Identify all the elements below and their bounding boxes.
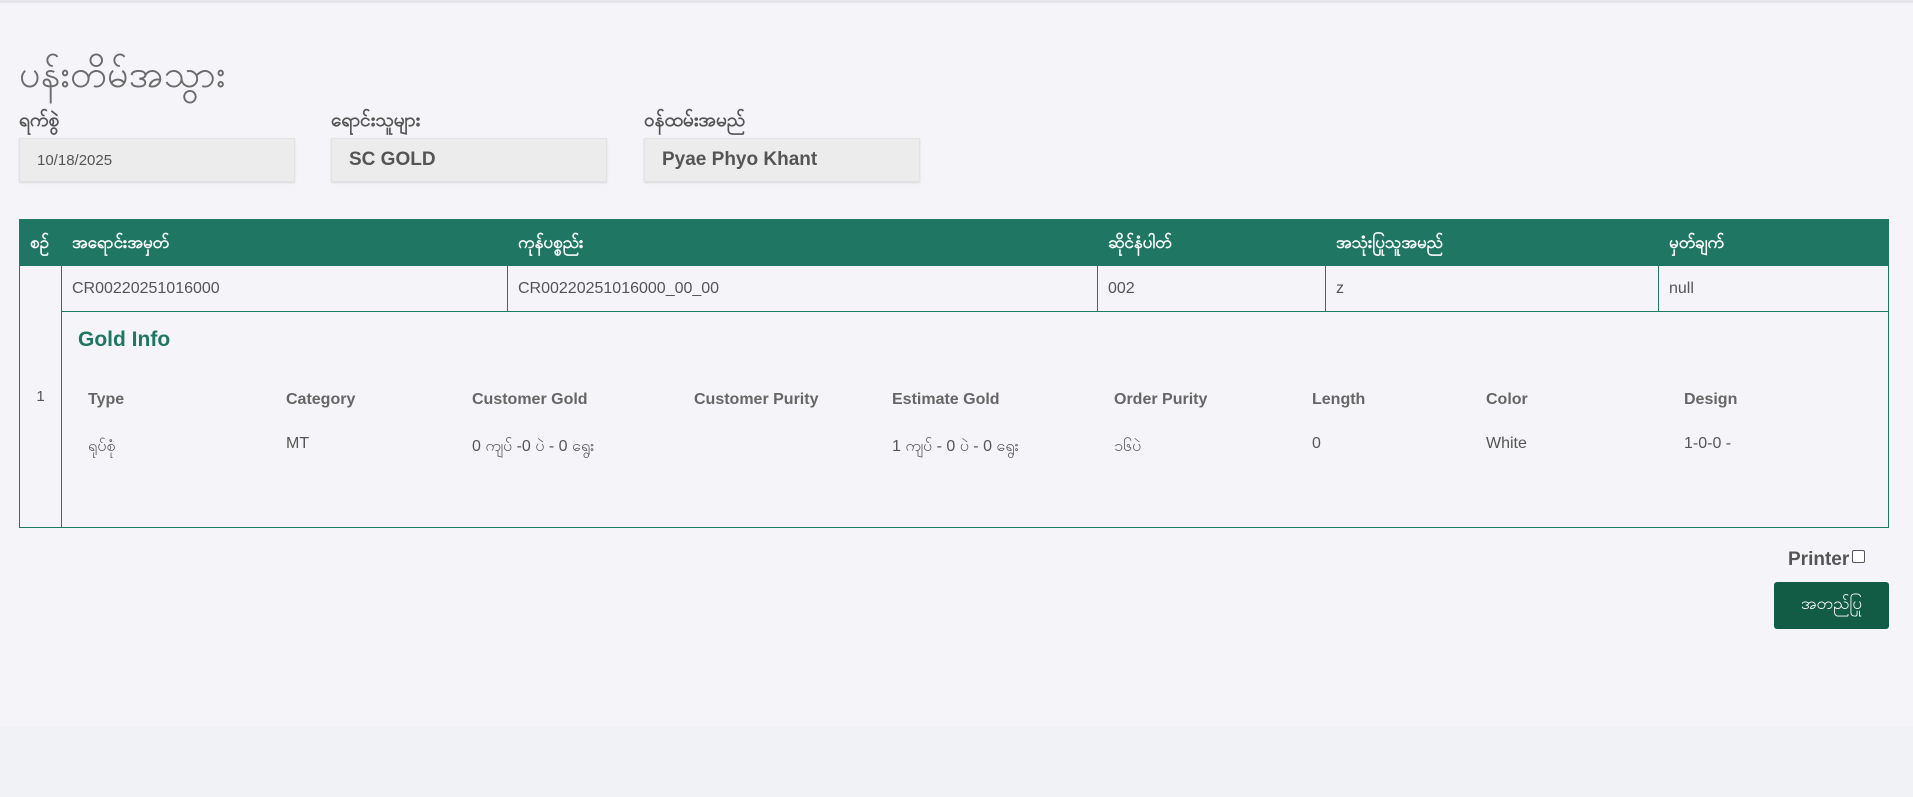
table-header: စဉ် အရောင်းအမှတ် ကုန်ပစ္စည်း ဆိုင်နံပါတ်… xyxy=(20,220,1888,266)
seller-field: ရောင်းသူများ SC GOLD xyxy=(331,106,607,182)
sales-table: စဉ် အရောင်းအမှတ် ကုန်ပစ္စည်း ဆိုင်နံပါတ်… xyxy=(19,219,1889,528)
gold-value-design: 1-0-0 - xyxy=(1684,435,1732,452)
table-row: 1 CR00220251016000 CR00220251016000_00_0… xyxy=(20,266,1888,527)
gold-header-color: Color xyxy=(1486,391,1528,408)
gold-value-estimate-gold: 1 ကျပ် - 0 ပဲ - 0 ရွေး xyxy=(892,438,1019,455)
gold-value-color: White xyxy=(1486,435,1527,452)
cell-shop-no: 002 xyxy=(1098,266,1326,311)
printer-checkbox[interactable] xyxy=(1852,549,1866,563)
printer-option: Printer xyxy=(1788,549,1866,571)
page-title: ပန်းတိမ်အသွား xyxy=(19,52,226,96)
cell-remark: null xyxy=(1669,280,1694,297)
top-border xyxy=(0,0,1913,3)
cell-product: CR00220251016000_00_00 xyxy=(508,266,1098,311)
staff-input[interactable]: Pyae Phyo Khant xyxy=(644,138,920,182)
confirm-button[interactable]: အတည်ပြု xyxy=(1774,582,1889,629)
row-main-values: CR00220251016000 CR00220251016000_00_00 … xyxy=(62,266,1888,312)
footer-band xyxy=(0,727,1913,797)
cell-sale-no: CR00220251016000 xyxy=(62,266,508,311)
gold-header-order-purity: Order Purity xyxy=(1114,391,1208,408)
gold-value-type: ရုပ်စုံ xyxy=(88,438,116,455)
header-shop-no: ဆိုင်နံပါတ် xyxy=(1108,233,1172,253)
gold-value-order-purity: ၁၆ပဲ xyxy=(1114,438,1142,455)
gold-value-customer-gold: 0 ကျပ် -0 ပဲ - 0 ရွေး xyxy=(472,438,595,455)
date-label: ရက်စွဲ xyxy=(19,109,60,131)
date-input[interactable]: 10/18/2025 xyxy=(19,138,295,182)
header-user-name: အသုံးပြုသူအမည် xyxy=(1336,233,1444,253)
gold-info-title: Gold Info xyxy=(78,328,171,351)
header-sale-no: အရောင်းအမှတ် xyxy=(72,233,170,253)
gold-header-customer-purity: Customer Purity xyxy=(694,391,819,408)
row-content: CR00220251016000 CR00220251016000_00_00 … xyxy=(62,266,1888,527)
seller-label: ရောင်းသူများ xyxy=(331,109,421,131)
cell-user-name: z xyxy=(1326,266,1659,311)
gold-header-customer-gold: Customer Gold xyxy=(472,391,588,408)
gold-value-category: MT xyxy=(286,435,310,452)
header-index: စဉ် xyxy=(30,233,49,253)
gold-header-design: Design xyxy=(1684,391,1738,408)
gold-header-category: Category xyxy=(286,391,356,408)
printer-label: Printer xyxy=(1788,549,1850,570)
header-remark: မှတ်ချက် xyxy=(1669,233,1725,253)
header-product: ကုန်ပစ္စည်း xyxy=(518,233,584,253)
gold-header-length: Length xyxy=(1312,391,1366,408)
gold-header-estimate-gold: Estimate Gold xyxy=(892,391,1000,408)
staff-field: ဝန်ထမ်းအမည် Pyae Phyo Khant xyxy=(644,106,920,182)
gold-value-length: 0 xyxy=(1312,435,1321,452)
gold-info-panel: Gold Info Type Category Customer Gold Cu… xyxy=(62,312,1888,527)
gold-header-type: Type xyxy=(88,391,125,408)
row-index: 1 xyxy=(20,266,62,527)
seller-input[interactable]: SC GOLD xyxy=(331,138,607,182)
staff-label: ဝန်ထမ်းအမည် xyxy=(644,109,746,131)
date-field: ရက်စွဲ 10/18/2025 xyxy=(19,106,295,182)
